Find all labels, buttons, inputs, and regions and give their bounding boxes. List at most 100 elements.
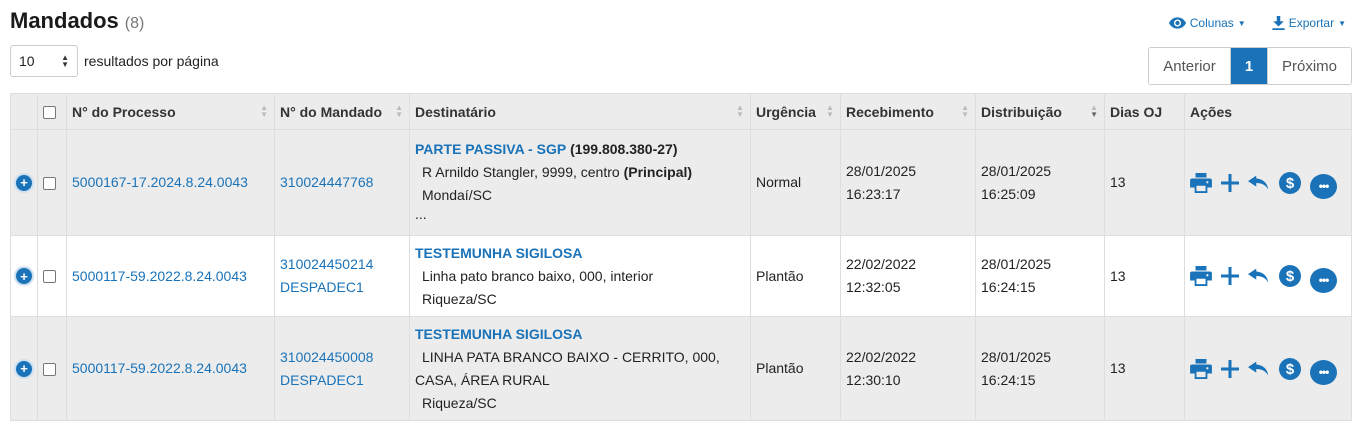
header-urgencia[interactable]: Urgência ▲ ▼ — [750, 93, 841, 130]
distribuicao-cell: 28/01/2025 16:25:09 — [975, 129, 1105, 236]
processo-link[interactable]: 5000117-59.2022.8.24.0043 — [66, 235, 275, 317]
dollar-icon[interactable]: $ — [1279, 171, 1301, 194]
next-page-button[interactable]: Próximo — [1267, 48, 1351, 84]
mandado-sub-link[interactable]: DESPADEC1 — [280, 369, 404, 392]
processo-link[interactable]: 5000167-17.2024.8.24.0043 — [66, 129, 275, 236]
page-size-value: 10 — [19, 53, 35, 69]
recebimento-cell: 28/01/2025 16:23:17 — [840, 129, 976, 236]
header-destinatario-label: Destinatário — [415, 103, 496, 120]
header-destinatario[interactable]: Destinatário ▲ ▼ — [409, 93, 751, 130]
sort-icon: ▲ ▼ — [395, 103, 403, 119]
table-row[interactable]: + 5000117-59.2022.8.24.0043 310024450008… — [10, 316, 1352, 421]
select-cell — [37, 316, 67, 421]
distribuicao-time: 16:25:09 — [981, 185, 1036, 202]
distribuicao-cell: 28/01/2025 16:24:15 — [975, 316, 1105, 421]
mandado-link[interactable]: 310024447768 — [274, 129, 410, 236]
toolbar: Colunas ▼ Exportar ▼ — [1168, 16, 1346, 30]
select-arrows-icon: ▲ ▼ — [61, 53, 69, 69]
destinatario-name[interactable]: PARTE PASSIVA - SGP — [415, 141, 566, 157]
row-checkbox[interactable] — [43, 270, 56, 284]
more-actions-button[interactable]: ••• — [1310, 360, 1337, 385]
sort-icon: ▲ ▼ — [736, 103, 744, 119]
plus-icon[interactable] — [1221, 359, 1239, 378]
dollar-icon[interactable]: $ — [1279, 265, 1301, 287]
print-icon[interactable] — [1190, 266, 1212, 286]
header-acoes-label: Ações — [1190, 103, 1233, 120]
distribuicao-time: 16:24:15 — [981, 279, 1036, 295]
current-page-button[interactable]: 1 — [1231, 48, 1267, 84]
header-distribuicao[interactable]: Distribuição ▲ ▼ — [975, 93, 1105, 130]
table-row[interactable]: + 5000117-59.2022.8.24.0043 310024450214… — [10, 235, 1352, 317]
export-button[interactable]: Exportar ▼ — [1272, 16, 1346, 30]
row-actions: $ ••• — [1190, 260, 1346, 293]
address-line-2: CASA, ÁREA RURAL — [415, 371, 550, 388]
destinatario-cell: PARTE PASSIVA - SGP (199.808.380-27) R A… — [409, 129, 751, 236]
dollar-icon[interactable]: $ — [1279, 357, 1301, 380]
acoes-cell: $ ••• — [1184, 316, 1352, 421]
table-header-row: N° do Processo ▲ ▼ N° do Mandado ▲ ▼ Destina… — [10, 93, 1352, 130]
expand-cell: + — [10, 316, 38, 421]
header-mandado-label: N° do Mandado — [280, 103, 383, 120]
more-actions-button[interactable]: ••• — [1310, 267, 1337, 293]
chevron-down-icon: ▼ — [1237, 18, 1246, 28]
plus-icon[interactable] — [1221, 173, 1239, 192]
distribuicao-time: 16:24:15 — [981, 371, 1036, 388]
select-all-checkbox[interactable] — [43, 106, 56, 120]
distribuicao-date: 28/01/2025 — [981, 348, 1052, 365]
header-expand — [10, 93, 38, 130]
processo-link[interactable]: 5000117-59.2022.8.24.0043 — [66, 316, 275, 421]
expand-row-icon[interactable]: + — [16, 174, 32, 191]
destinatario-name[interactable]: TESTEMUNHA SIGILOSA — [415, 323, 745, 346]
address-line: Linha pato branco baixo, 000, interior — [422, 267, 654, 284]
print-icon[interactable] — [1190, 358, 1212, 379]
header-recebimento[interactable]: Recebimento ▲ ▼ — [840, 93, 976, 130]
recebimento-date: 28/01/2025 — [846, 162, 917, 179]
svg-text:$: $ — [1286, 268, 1295, 285]
row-checkbox[interactable] — [43, 362, 56, 376]
recebimento-time: 12:30:10 — [846, 371, 901, 388]
row-checkbox[interactable] — [43, 176, 56, 190]
address-tag: (Principal) — [623, 164, 693, 180]
dias-cell: 13 — [1104, 235, 1185, 317]
mandado-link[interactable]: 310024450214 — [280, 253, 404, 276]
columns-label: Colunas — [1189, 16, 1234, 30]
header-recebimento-label: Recebimento — [846, 103, 934, 120]
download-icon — [1272, 16, 1285, 30]
mandado-link[interactable]: 310024450008 — [280, 346, 404, 369]
undo-icon[interactable] — [1248, 268, 1270, 284]
more-actions-button[interactable]: ••• — [1310, 174, 1337, 199]
expand-row-icon[interactable]: + — [16, 360, 32, 377]
row-actions: $ ••• — [1190, 166, 1346, 199]
header-processo[interactable]: N° do Processo ▲ ▼ — [66, 93, 275, 130]
expand-cell: + — [10, 129, 38, 236]
destinatario-name[interactable]: TESTEMUNHA SIGILOSA — [415, 242, 745, 265]
sort-icon: ▲ ▼ — [961, 103, 969, 119]
prev-page-button[interactable]: Anterior — [1149, 48, 1231, 84]
header-mandado[interactable]: N° do Mandado ▲ ▼ — [274, 93, 410, 130]
recebimento-time: 12:32:05 — [846, 279, 901, 295]
undo-icon[interactable] — [1248, 175, 1270, 191]
destinatario-cell: TESTEMUNHA SIGILOSA Linha pato branco ba… — [409, 235, 751, 317]
header-dias[interactable]: Dias OJ — [1104, 93, 1185, 130]
destinatario-cell: TESTEMUNHA SIGILOSA LINHA PATA BRANCO BA… — [409, 316, 751, 421]
undo-icon[interactable] — [1248, 361, 1270, 377]
address-city: Mondaí/SC — [422, 187, 493, 203]
table-row[interactable]: + 5000167-17.2024.8.24.0043 310024447768… — [10, 129, 1352, 236]
expand-row-icon[interactable]: + — [16, 268, 32, 284]
header-select-all — [37, 93, 67, 130]
mandado-sub-link[interactable]: DESPADEC1 — [280, 276, 404, 299]
top-bar: Mandados (8) Colunas ▼ Exportar ▼ 10 ▲ ▼ r… — [0, 0, 1362, 88]
urgencia-cell: Plantão — [750, 316, 841, 421]
header-urgencia-label: Urgência — [756, 103, 816, 120]
print-icon[interactable] — [1190, 172, 1212, 193]
plus-icon[interactable] — [1221, 267, 1239, 285]
page-size-label: resultados por página — [84, 53, 219, 69]
acoes-cell: $ ••• — [1184, 129, 1352, 236]
more-addresses[interactable]: ... — [415, 207, 745, 227]
distribuicao-date: 28/01/2025 — [981, 256, 1052, 272]
columns-button[interactable]: Colunas ▼ — [1168, 16, 1246, 30]
address-line: R Arnildo Stangler, 9999, centro — [422, 164, 620, 180]
page-title: Mandados (8) — [10, 8, 144, 34]
page-size-select[interactable]: 10 ▲ ▼ — [10, 45, 78, 77]
sort-icon: ▲ ▼ — [260, 103, 268, 119]
